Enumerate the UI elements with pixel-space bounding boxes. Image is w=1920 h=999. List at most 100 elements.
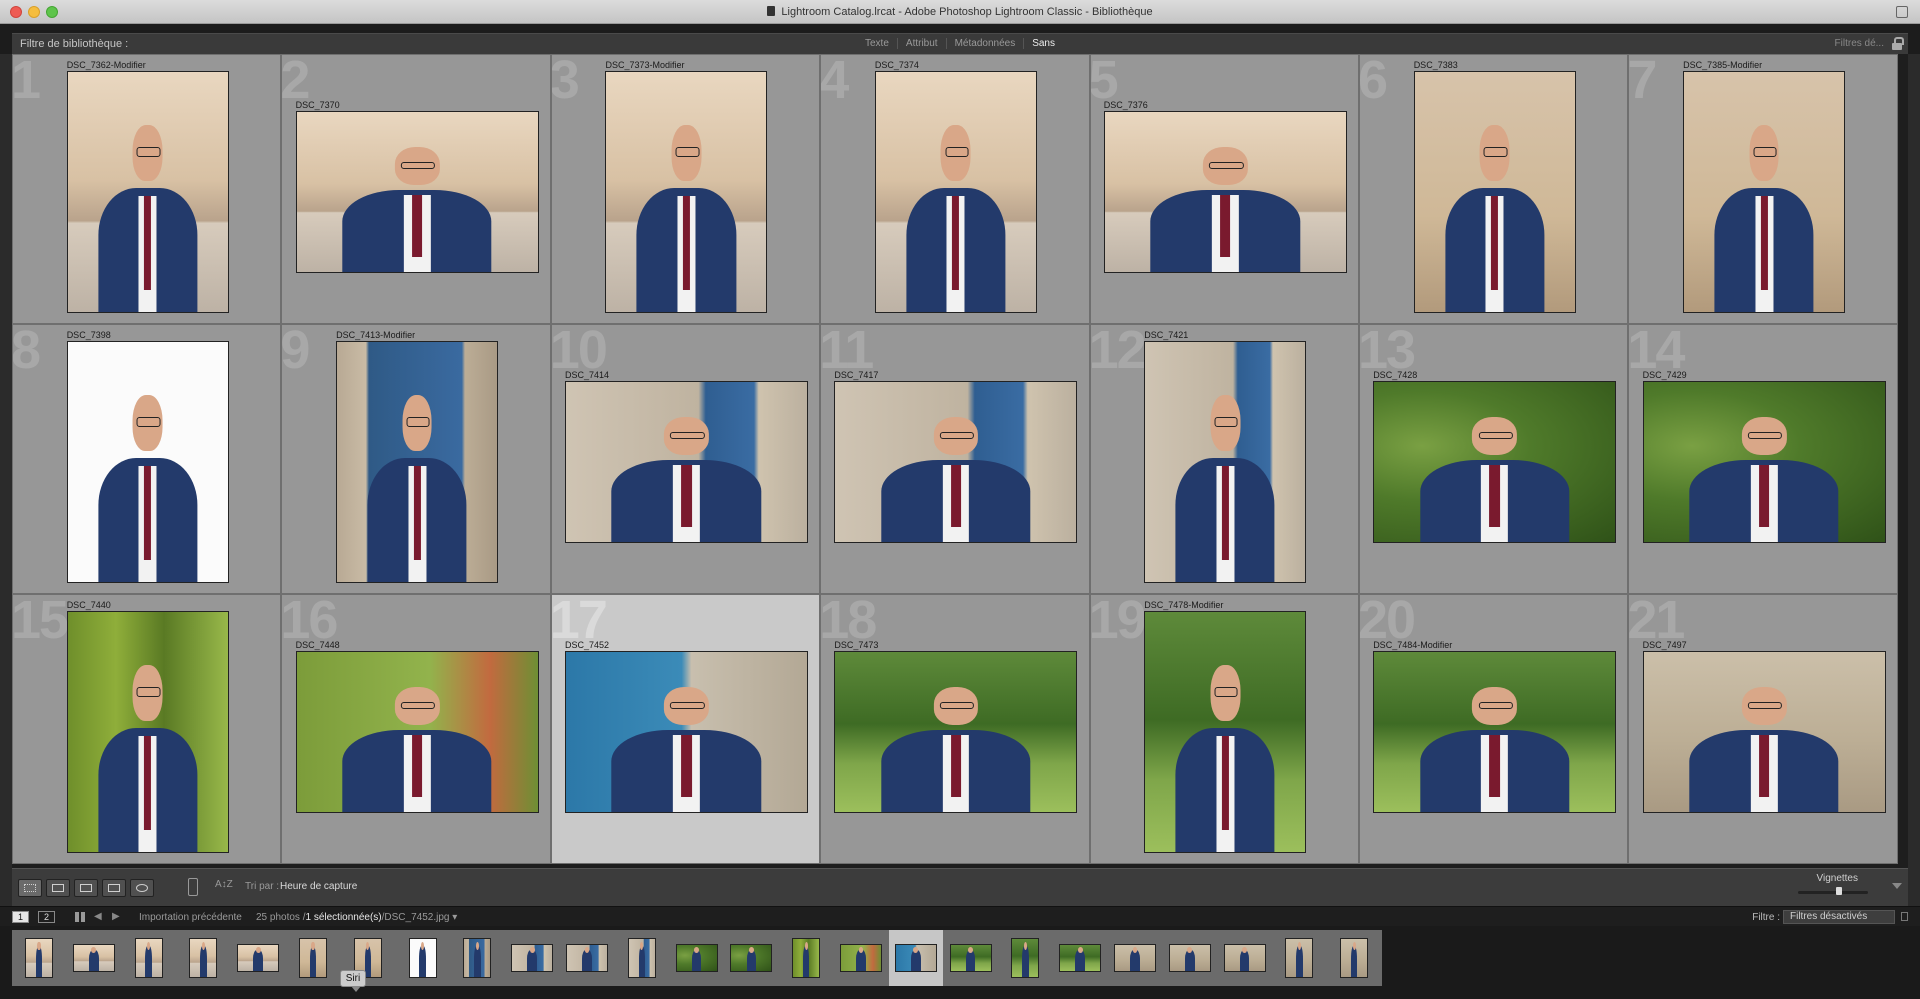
filmstrip-source[interactable]: Importation précédente (139, 912, 242, 923)
filmstrip-thumb[interactable] (724, 930, 779, 986)
grid-cell[interactable]: 9 DSC_7413-Modifier (281, 324, 551, 594)
filmstrip-thumb[interactable] (560, 930, 614, 986)
filmstrip-thumb[interactable] (1108, 930, 1162, 986)
file-name: DSC_7448 (295, 640, 340, 650)
grid-cell[interactable]: 2 DSC_7370 (281, 54, 551, 324)
grid-cell[interactable]: 5 DSC_7376 (1089, 54, 1359, 324)
grid-cell[interactable]: 13 DSC_7428 (1359, 324, 1629, 594)
filmstrip-thumb[interactable] (66, 930, 121, 986)
tab-sans[interactable]: Sans (1023, 38, 1063, 49)
grid-cell[interactable]: 19 DSC_7478-Modifier (1089, 594, 1359, 864)
photo-thumbnail[interactable] (564, 381, 808, 543)
filmstrip-thumb[interactable] (12, 930, 66, 986)
photo-thumbnail[interactable] (1683, 71, 1846, 313)
grid-view-button[interactable] (18, 879, 42, 897)
grid-cell[interactable]: 20 DSC_7484-Modifier (1359, 594, 1629, 864)
filmstrip-photo (1011, 938, 1040, 978)
grid-cell[interactable]: 8 DSC_7398 (12, 324, 282, 594)
survey-view-button[interactable] (102, 879, 126, 897)
tab-texte[interactable]: Texte (857, 38, 897, 49)
compare-view-button[interactable] (74, 879, 98, 897)
photo-thumbnail[interactable] (336, 341, 499, 583)
photo-thumbnail[interactable] (1373, 651, 1617, 813)
filmstrip-toggle-icon[interactable] (1901, 912, 1908, 921)
filter-presets-dropdown[interactable]: Filtres dé... (1835, 38, 1884, 49)
back-arrow-icon[interactable]: ◀ (94, 911, 102, 922)
grid-cell[interactable]: 4 DSC_7374 (820, 54, 1090, 324)
grid-cell[interactable]: 7 DSC_7385-Modifier (1628, 54, 1898, 324)
people-view-button[interactable] (130, 879, 154, 897)
photo-thumbnail[interactable] (295, 111, 539, 273)
photo-thumbnail[interactable] (295, 651, 539, 813)
tab-attribut[interactable]: Attribut (896, 38, 946, 49)
file-name: DSC_7413-Modifier (336, 330, 416, 340)
toolbar-menu-icon[interactable] (1892, 883, 1902, 889)
grid-cell[interactable]: 12 DSC_7421 (1089, 324, 1359, 594)
loupe-view-button[interactable] (46, 879, 70, 897)
photo-count-prefix: 25 photos / (256, 912, 306, 923)
filmstrip-thumb[interactable] (1217, 930, 1272, 986)
photo-thumbnail[interactable] (1413, 71, 1576, 313)
filmstrip-thumb[interactable] (1162, 930, 1217, 986)
filmstrip-thumb[interactable] (834, 930, 888, 986)
photo-thumbnail[interactable] (66, 341, 229, 583)
filmstrip-thumb[interactable] (614, 930, 669, 986)
filmstrip-thumb[interactable] (450, 930, 505, 986)
thumbnail-size-slider[interactable] (1798, 887, 1868, 895)
portrait-subject (881, 417, 1031, 542)
filmstrip-thumb[interactable] (1327, 930, 1382, 986)
filmstrip-thumb[interactable] (505, 930, 560, 986)
sort-dropdown[interactable]: Heure de capture (280, 881, 357, 892)
filmstrip-thumb[interactable] (395, 930, 450, 986)
photo-thumbnail[interactable] (66, 71, 229, 313)
grid-cell[interactable]: 16 DSC_7448 (281, 594, 551, 864)
filmstrip-thumb[interactable] (998, 930, 1053, 986)
grid-cell[interactable]: 3 DSC_7373-Modifier (550, 54, 821, 324)
grid-cell[interactable]: 11 DSC_7417 (820, 324, 1090, 594)
photo-thumbnail[interactable] (1144, 341, 1307, 583)
grid-cell[interactable]: 10 DSC_7414 (550, 324, 821, 594)
photo-thumbnail[interactable] (564, 651, 808, 813)
filmstrip-thumb[interactable] (779, 930, 834, 986)
photo-thumbnail[interactable] (1103, 111, 1347, 273)
painter-icon[interactable] (188, 878, 198, 896)
grid-cell[interactable]: 6 DSC_7383 (1359, 54, 1629, 324)
photo-thumbnail[interactable] (1144, 611, 1307, 853)
photo-thumbnail[interactable] (1373, 381, 1617, 543)
photo-thumbnail[interactable] (66, 611, 229, 853)
portrait-subject (881, 687, 1031, 812)
filmstrip-thumb[interactable] (286, 930, 340, 986)
grid-cell[interactable]: 17 DSC_7452 (550, 594, 821, 864)
filmstrip-thumb[interactable] (1053, 930, 1108, 986)
slider-thumb[interactable] (1836, 887, 1843, 895)
grid-icon[interactable] (75, 912, 85, 922)
secondary-screen-button[interactable]: 2 (38, 911, 55, 923)
filmstrip-thumb[interactable] (1272, 930, 1327, 986)
filmstrip-photo (25, 938, 53, 978)
forward-arrow-icon[interactable]: ▶ (112, 911, 120, 922)
grid-cell[interactable]: 15 DSC_7440 (12, 594, 282, 864)
photo-thumbnail[interactable] (874, 71, 1037, 313)
photo-thumbnail[interactable] (605, 71, 768, 313)
filmstrip-thumb[interactable] (231, 930, 286, 986)
fullscreen-icon[interactable] (1896, 6, 1908, 18)
photo-thumbnail[interactable] (834, 651, 1078, 813)
photo-thumbnail[interactable] (1642, 381, 1886, 543)
grid-cell[interactable]: 14 DSC_7429 (1628, 324, 1898, 594)
photo-thumbnail[interactable] (1642, 651, 1886, 813)
photo-thumbnail[interactable] (834, 381, 1078, 543)
filmstrip-thumb[interactable] (121, 930, 176, 986)
lock-icon[interactable] (1892, 37, 1904, 50)
filmstrip-thumb[interactable] (943, 930, 998, 986)
main-screen-button[interactable]: 1 (12, 911, 29, 923)
tab-metadonnees[interactable]: Métadonnées (945, 38, 1024, 49)
grid-cell[interactable]: 18 DSC_7473 (820, 594, 1090, 864)
filmstrip-thumb[interactable] (888, 930, 943, 986)
filmstrip-thumb[interactable] (669, 930, 724, 986)
grid-cell[interactable]: 1 DSC_7362-Modifier (12, 54, 282, 324)
file-name: DSC_7374 (874, 60, 919, 70)
sort-direction-icon[interactable]: A↕Z (215, 879, 233, 890)
grid-cell[interactable]: 21 DSC_7497 (1628, 594, 1898, 864)
filmstrip-filter-select[interactable]: Filtres désactivés (1783, 910, 1895, 924)
filmstrip-thumb[interactable] (176, 930, 231, 986)
